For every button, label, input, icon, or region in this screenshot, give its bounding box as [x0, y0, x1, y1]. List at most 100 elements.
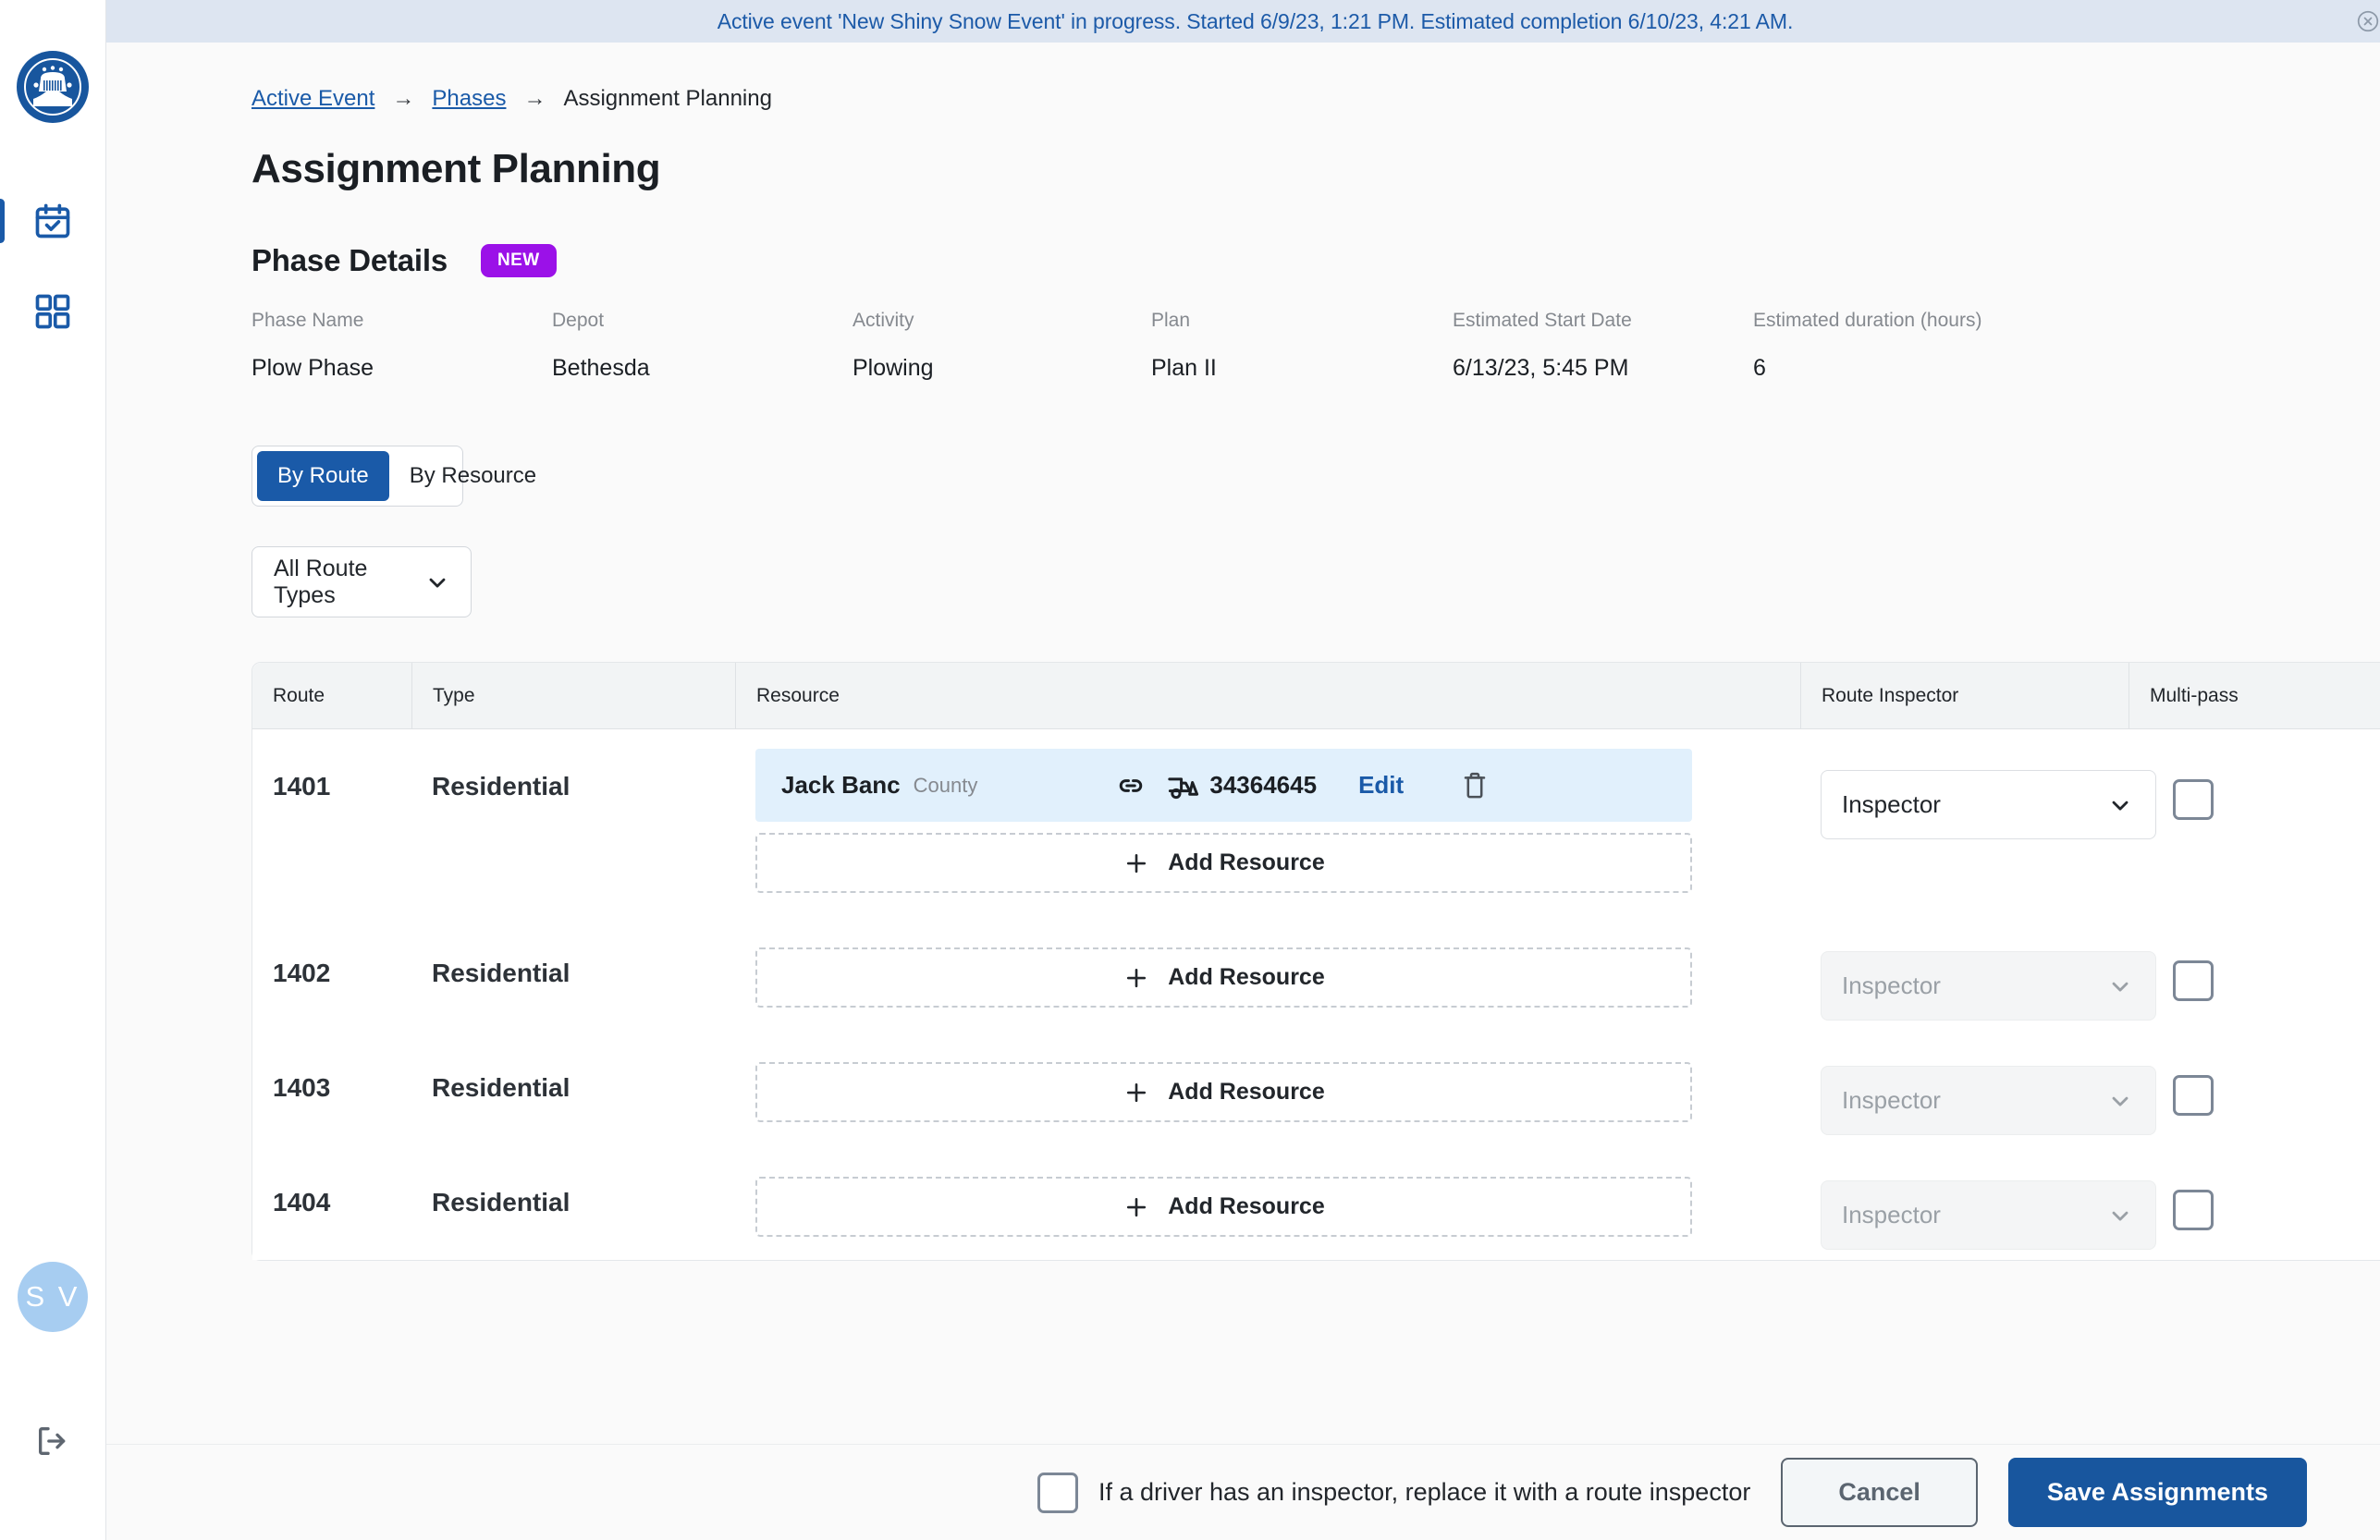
breadcrumb-active-event[interactable]: Active Event [251, 86, 374, 112]
avatar[interactable]: S V [18, 1262, 88, 1332]
field-value: Plow Phase [251, 355, 552, 382]
breadcrumb-separator-1: → [392, 86, 414, 112]
phase-field-phase-name: Phase Name Plow Phase [251, 310, 552, 382]
cancel-button[interactable]: Cancel [1781, 1458, 1978, 1527]
left-sidebar: S V [0, 0, 106, 1540]
link-icon[interactable] [1115, 770, 1147, 801]
cell-route: 1402 [252, 916, 411, 1031]
edit-resource-button[interactable]: Edit [1358, 771, 1404, 800]
column-header-resource: Resource [735, 663, 1800, 729]
chevron-down-icon [424, 568, 450, 596]
resource-org: County [914, 774, 978, 798]
route-number: 1402 [273, 959, 411, 988]
phase-field-depot: Depot Bethesda [552, 310, 853, 382]
main-area: Active event 'New Shiny Snow Event' in p… [106, 0, 2380, 1540]
route-type: Residential [432, 772, 735, 801]
cell-resource: Jack Banc County [735, 729, 1800, 916]
resource-list: Add Resource [755, 1145, 1800, 1260]
route-inspector-value: Inspector [1842, 1086, 1941, 1115]
plow-truck-icon[interactable] [1165, 770, 1200, 801]
view-toggle: By Route By Resource [251, 446, 463, 507]
tab-by-resource[interactable]: By Resource [389, 451, 557, 501]
sidebar-nav [0, 195, 105, 337]
replace-inspector-checkbox[interactable] [1037, 1473, 1078, 1513]
field-value: Plowing [853, 355, 1151, 382]
route-number: 1404 [273, 1188, 411, 1217]
page-content: Active Event → Phases → Assignment Plann… [106, 86, 2380, 1261]
cell-route-inspector: Inspector [1800, 916, 2129, 1031]
field-value: Bethesda [552, 355, 853, 382]
sidebar-item-events[interactable] [0, 195, 106, 247]
route-type: Residential [432, 959, 735, 988]
cell-resource: Add Resource [735, 916, 1800, 1031]
route-type-filter-value: All Route Types [274, 556, 424, 609]
banner-message: Active event 'New Shiny Snow Event' in p… [718, 9, 1794, 34]
cell-route: 1403 [252, 1031, 411, 1145]
breadcrumb-phases[interactable]: Phases [432, 86, 506, 112]
logout-button[interactable] [34, 1423, 71, 1464]
column-header-route: Route [252, 663, 411, 729]
add-resource-button[interactable]: Add Resource [755, 833, 1692, 893]
cell-route-inspector: Inspector [1800, 1031, 2129, 1145]
resource-list: Jack Banc County [755, 729, 1800, 916]
add-resource-label: Add Resource [1168, 849, 1324, 876]
route-inspector-select[interactable]: Inspector [1821, 770, 2156, 839]
phase-details-heading: Phase Details [251, 243, 448, 278]
resource-icons [1115, 770, 1200, 801]
phase-field-estimated-duration: Estimated duration (hours) 6 [1753, 310, 1981, 382]
multi-pass-checkbox[interactable] [2173, 960, 2214, 1001]
cell-route-inspector: Inspector [1800, 729, 2129, 916]
add-resource-button[interactable]: Add Resource [755, 1062, 1692, 1122]
add-resource-label: Add Resource [1168, 964, 1324, 991]
app-logo[interactable] [17, 51, 89, 123]
resource-list: Add Resource [755, 1031, 1800, 1145]
cell-resource: Add Resource [735, 1031, 1800, 1145]
tab-by-route[interactable]: By Route [257, 451, 389, 501]
add-resource-button[interactable]: Add Resource [755, 1177, 1692, 1237]
route-inspector-select: Inspector [1821, 1180, 2156, 1250]
plus-icon [1123, 1079, 1150, 1106]
footer-action-bar: If a driver has an inspector, replace it… [106, 1444, 2380, 1540]
grid-dashboard-icon [32, 291, 73, 332]
field-value: Plan II [1151, 355, 1453, 382]
cell-route: 1404 [252, 1145, 411, 1260]
resource-chip[interactable]: Jack Banc County [755, 749, 1692, 822]
route-inspector-value: Inspector [1842, 972, 1941, 1000]
route-type: Residential [432, 1188, 735, 1217]
multi-pass-checkbox[interactable] [2173, 1190, 2214, 1230]
calendar-check-icon [32, 201, 73, 241]
route-type: Residential [432, 1073, 735, 1103]
status-badge-new: NEW [481, 244, 557, 277]
page-title: Assignment Planning [251, 146, 2380, 192]
table-header-row: Route Type Resource Route Inspector Mult… [252, 663, 2380, 729]
cell-multi-pass [2129, 1145, 2380, 1260]
phase-details-fields: Phase Name Plow Phase Depot Bethesda Act… [251, 310, 2380, 382]
close-circle-icon [2356, 9, 2380, 33]
breadcrumb-current: Assignment Planning [563, 86, 771, 112]
save-assignments-button[interactable]: Save Assignments [2008, 1458, 2307, 1527]
delete-resource-button[interactable] [1462, 771, 1488, 801]
multi-pass-checkbox[interactable] [2173, 1075, 2214, 1116]
route-inspector-select: Inspector [1821, 1066, 2156, 1135]
banner-close-button[interactable] [2356, 9, 2380, 33]
field-value: 6 [1753, 355, 1981, 382]
phase-field-activity: Activity Plowing [853, 310, 1151, 382]
route-number: 1403 [273, 1073, 411, 1103]
field-label: Phase Name [251, 310, 552, 332]
add-resource-button[interactable]: Add Resource [755, 947, 1692, 1008]
resource-id: 34364645 [1209, 771, 1317, 800]
cell-multi-pass [2129, 916, 2380, 1031]
route-inspector-select: Inspector [1821, 951, 2156, 1021]
field-label: Estimated Start Date [1453, 310, 1753, 332]
phase-field-estimated-start-date: Estimated Start Date 6/13/23, 5:45 PM [1453, 310, 1753, 382]
cell-resource: Add Resource [735, 1145, 1800, 1260]
route-type-filter[interactable]: All Route Types [251, 546, 472, 617]
table-row: 1404 Residential Add Resource [252, 1145, 2380, 1260]
snow-plow-truck-logo-svg [24, 58, 81, 116]
breadcrumb-separator-2: → [523, 86, 546, 112]
cell-route-inspector: Inspector [1800, 1145, 2129, 1260]
logout-icon [34, 1423, 71, 1460]
multi-pass-checkbox[interactable] [2173, 779, 2214, 820]
sidebar-item-dashboard[interactable] [0, 286, 106, 337]
plus-icon [1123, 964, 1150, 992]
